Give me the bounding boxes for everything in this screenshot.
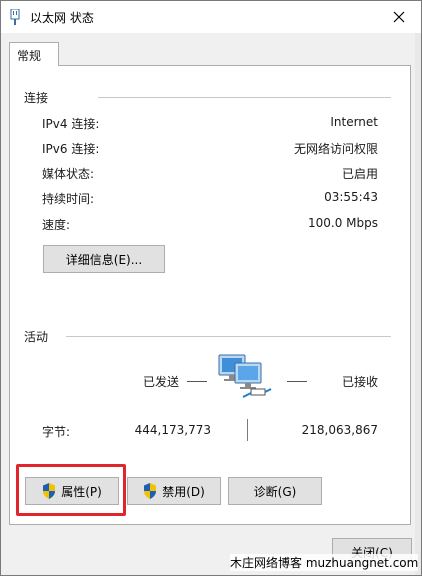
tab-general-label: 常规 — [17, 49, 42, 63]
close-icon — [393, 11, 405, 23]
disable-button[interactable]: 禁用(D) — [127, 477, 221, 505]
close-window-button[interactable] — [377, 1, 421, 33]
network-computers-icon — [218, 354, 272, 398]
duration-label: 持续时间: — [42, 192, 95, 206]
status-dialog: 以太网 状态 常规 连接 IPv4 连接: Internet IPv6 连接: … — [0, 0, 422, 576]
media-state-label: 媒体状态: — [42, 167, 95, 181]
ipv4-label: IPv4 连接: — [42, 117, 100, 131]
received-dash — [287, 381, 307, 382]
speed-value: 100.0 Mbps — [307, 216, 378, 230]
bytes-sent-value: 444,173,773 — [134, 423, 211, 437]
watermark: 木庄网络博客 muzhuangnet.com — [230, 554, 419, 571]
network-adapter-icon — [10, 9, 20, 25]
window-title: 以太网 状态 — [30, 11, 94, 25]
bytes-label: 字节: — [42, 425, 71, 439]
sent-dash — [187, 381, 207, 382]
activity-divider — [66, 336, 391, 337]
ipv6-value: 无网络访问权限 — [293, 142, 378, 156]
details-button[interactable]: 详细信息(E)... — [43, 245, 165, 273]
window-edge — [415, 33, 421, 575]
connection-heading: 连接 — [24, 91, 49, 105]
diagnose-button-label: 诊断(G) — [253, 484, 297, 499]
title-bar: 以太网 状态 — [1, 1, 421, 33]
disable-button-label: 禁用(D) — [162, 484, 205, 499]
details-button-label: 详细信息(E)... — [65, 252, 143, 267]
tab-general[interactable]: 常规 — [9, 42, 59, 66]
speed-label: 速度: — [42, 218, 71, 232]
connection-divider — [98, 97, 391, 98]
ipv4-value: Internet — [330, 115, 378, 129]
ipv6-label: IPv6 连接: — [42, 142, 100, 156]
diagnose-button[interactable]: 诊断(G) — [228, 477, 322, 505]
bytes-received-value: 218,063,867 — [301, 423, 378, 437]
uac-shield-icon — [144, 483, 157, 499]
activity-heading: 活动 — [24, 330, 49, 344]
general-panel — [9, 65, 411, 525]
bytes-separator — [247, 419, 248, 441]
sent-label: 已发送 — [143, 375, 180, 389]
duration-value: 03:55:43 — [324, 190, 378, 204]
media-state-value: 已启用 — [341, 167, 378, 181]
received-label: 已接收 — [342, 375, 379, 389]
highlight-box — [16, 464, 126, 516]
